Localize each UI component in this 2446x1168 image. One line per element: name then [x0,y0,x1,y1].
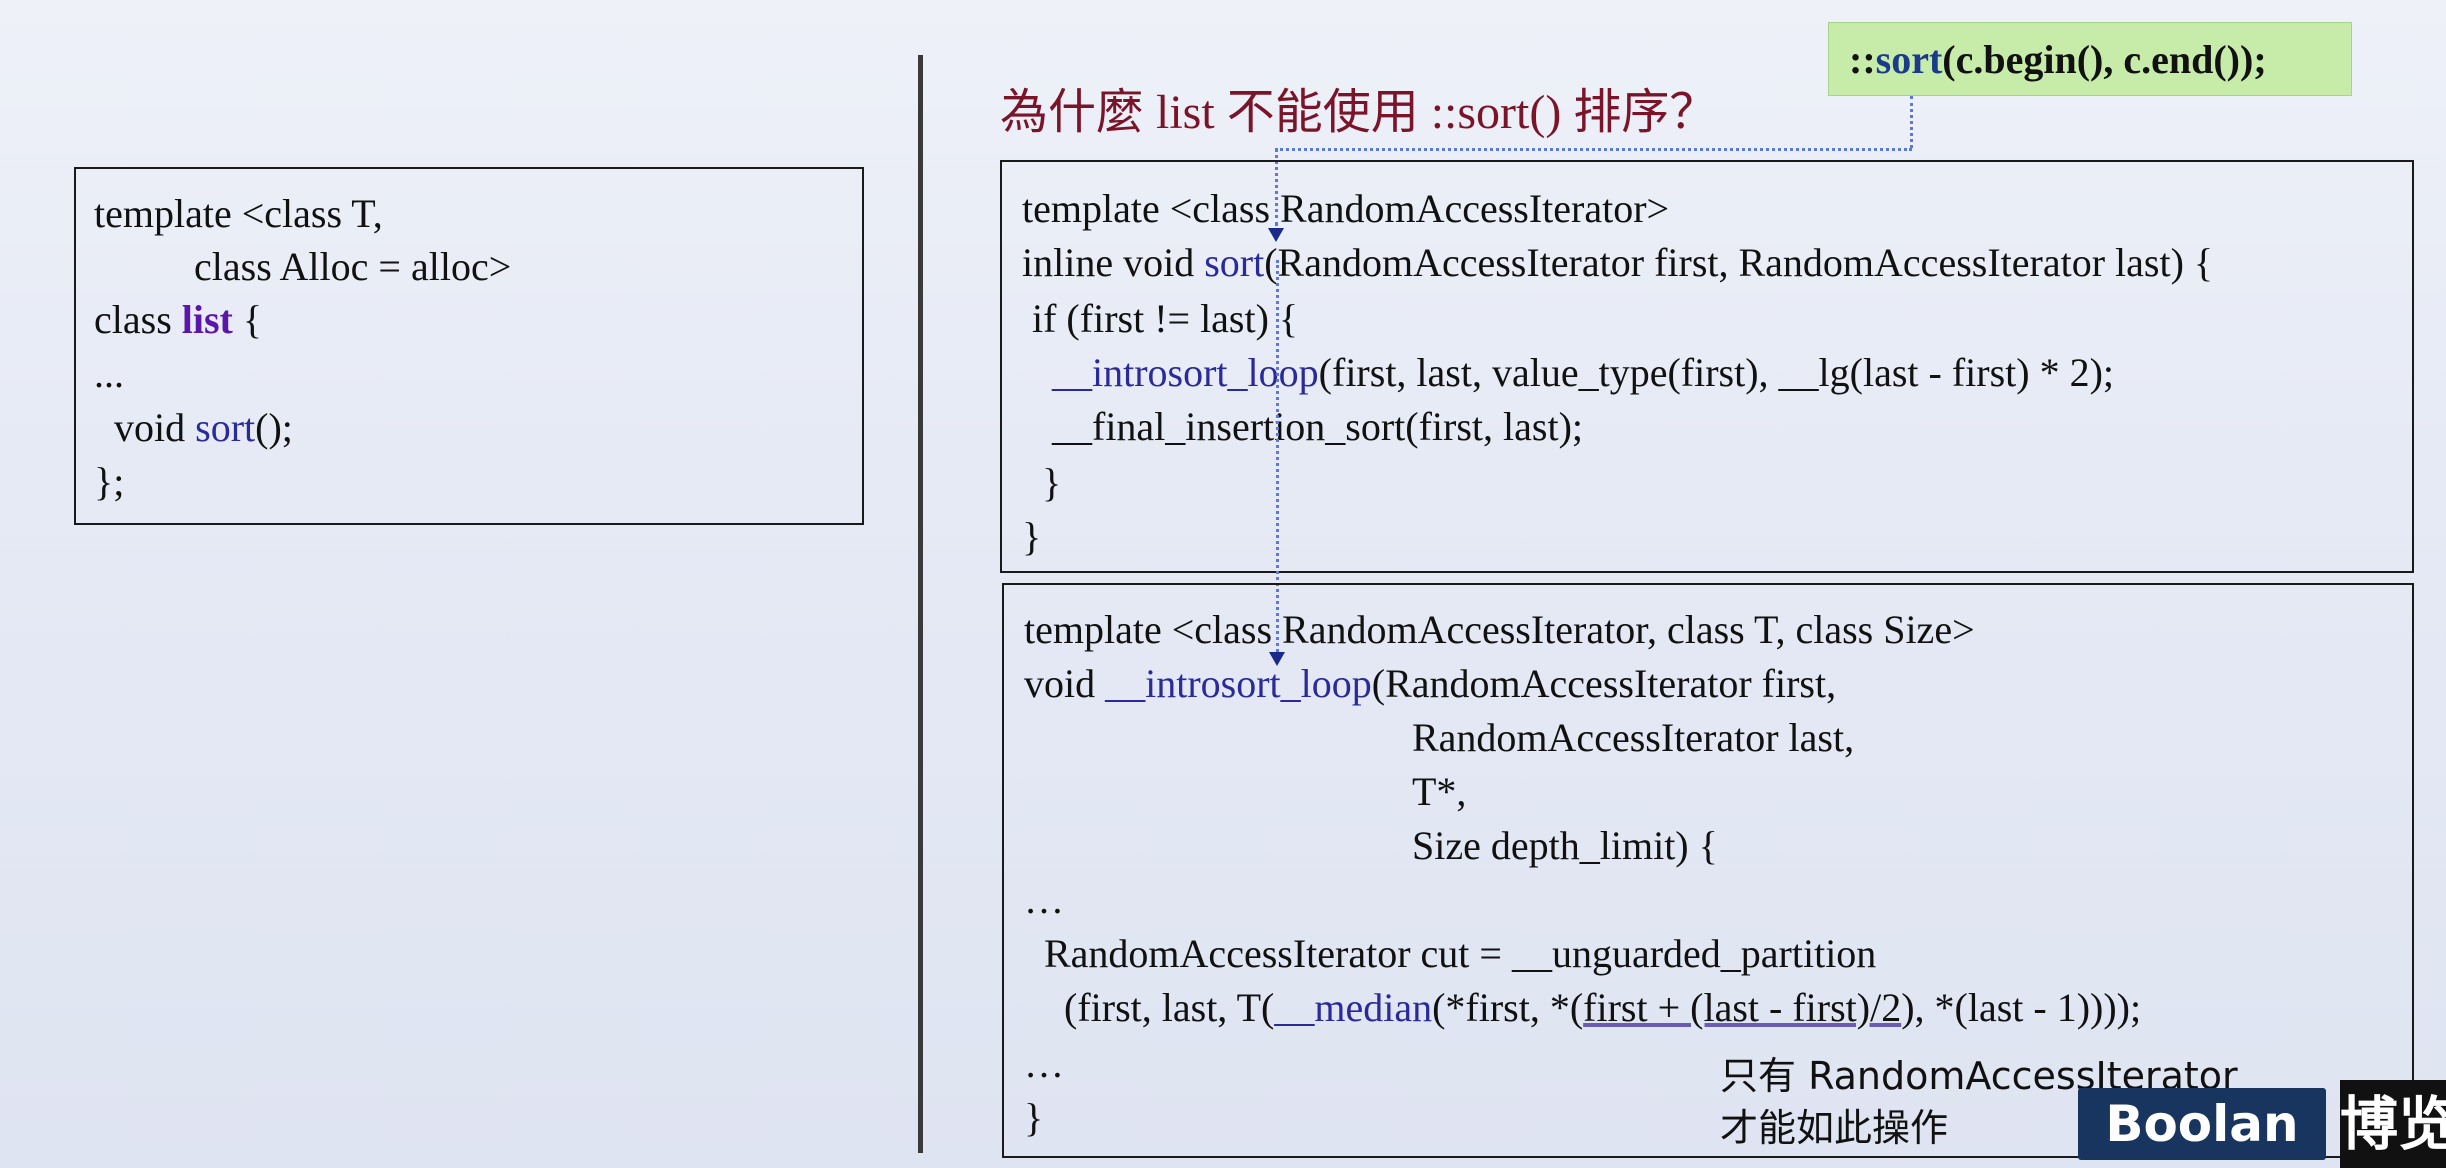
introsort-template-line: template <class RandomAccessIterator, cl… [1024,607,1975,652]
list-keyword: list [181,297,233,342]
sort-introsort-call: __introsort_loop(first, last, value_type… [1052,350,2115,395]
sort-signature: inline void sort(RandomAccessIterator fi… [1022,240,2214,285]
introsort-param-last: RandomAccessIterator last, [1412,715,1855,760]
connector-horizontal [1275,148,1912,151]
slide-title: 為什麼 list 不能使用 ::sort() 排序？ [1000,86,1718,139]
introsort-fn-name: __introsort_loop [1105,661,1372,706]
callout-sort: sort [1875,37,1943,82]
introsort-ellipsis-2: … [1024,1041,1064,1086]
introsort-signature: void __introsort_loop(RandomAccessIterat… [1024,661,1837,706]
introsort-ellipsis-1: … [1024,877,1064,922]
median-fn: __median [1274,985,1433,1030]
introsort-param-t: T*, [1412,769,1467,814]
sort-if-line: if (first != last) { [1022,296,1299,341]
introsort-close: } [1024,1095,1044,1140]
list-alloc-line: class Alloc = alloc> [94,244,512,289]
introsort-cut-line: RandomAccessIterator cut = __unguarded_p… [1024,931,1877,976]
sort-template-line: template <class RandomAccessIterator> [1022,186,1670,231]
boolan-logo: Boolan [2078,1088,2326,1160]
list-sort-member: void sort(); [94,405,293,450]
sort-function-box: template <class RandomAccessIterator> in… [1000,160,2414,573]
list-close: }; [94,459,125,504]
random-access-expr: first + (last - first)/2 [1583,985,1902,1030]
list-template-line: template <class T, [94,191,383,236]
list-class-box: template <class T, class Alloc = alloc> … [74,167,864,525]
list-sort-fn: sort [195,405,256,450]
vertical-divider [918,55,923,1153]
introsort-median-line: (first, last, T(__median(*first, *(first… [1024,985,2142,1030]
boolan-logo-cn: 博览 [2340,1080,2446,1168]
list-class-line: class list { [94,297,263,342]
introsort-param-size: Size depth_limit) { [1412,823,1718,868]
sort-call-callout: ::sort(c.begin(), c.end()); [1828,22,2352,96]
list-ellipsis: ... [94,351,124,396]
sort-close: } [1022,514,1042,559]
connector-vertical-top [1910,96,1913,148]
sort-fn-name: sort [1204,240,1265,285]
sort-final-insertion: __final_insertion_sort(first, last); [1022,404,1584,449]
sort-inner-close: } [1022,460,1062,505]
